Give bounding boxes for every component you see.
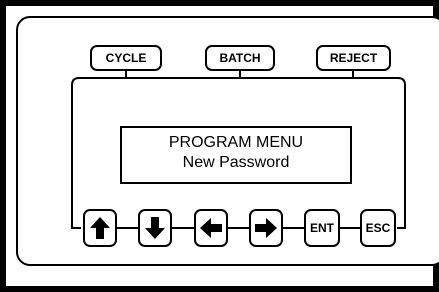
batch-button[interactable]: BATCH <box>205 45 275 71</box>
arrow-right-icon <box>255 218 277 238</box>
escape-label: ESC <box>365 221 391 235</box>
lcd-display: PROGRAM MENU New Password <box>120 126 352 184</box>
enter-button[interactable]: ENT <box>304 209 340 247</box>
escape-button[interactable]: ESC <box>360 209 396 247</box>
up-arrow-button[interactable] <box>83 209 117 247</box>
arrow-up-icon <box>90 217 110 239</box>
right-arrow-button[interactable] <box>249 209 283 247</box>
enter-label: ENT <box>310 221 334 235</box>
cycle-button[interactable]: CYCLE <box>90 45 162 71</box>
display-line-1: PROGRAM MENU <box>168 134 304 151</box>
reject-button[interactable]: REJECT <box>316 45 391 71</box>
arrow-down-icon <box>145 217 165 239</box>
left-arrow-button[interactable] <box>194 209 228 247</box>
down-arrow-button[interactable] <box>138 209 172 247</box>
arrow-left-icon <box>200 218 222 238</box>
display-line-2: New Password <box>182 154 290 171</box>
